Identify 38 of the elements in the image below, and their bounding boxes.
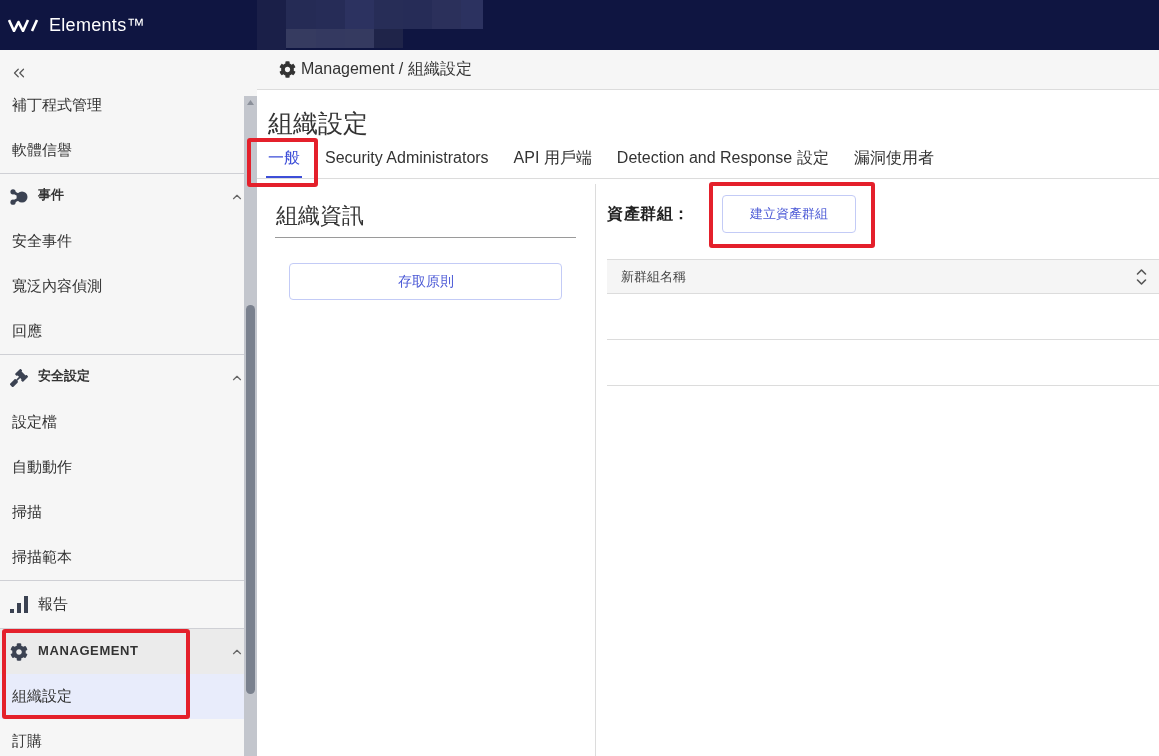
brand-name: Elements™: [49, 14, 145, 36]
sidebar-group-header[interactable]: 安全設定: [0, 355, 244, 400]
asset-groups-label: 資產群組：: [607, 203, 690, 224]
scrollbar-track[interactable]: [244, 96, 257, 756]
gavel-icon: [10, 368, 28, 387]
sidebar-item[interactable]: 組織設定: [0, 674, 244, 719]
sidebar-group-header[interactable]: MANAGEMENT: [0, 629, 244, 674]
sidebar-item[interactable]: 寬泛內容偵測: [0, 264, 244, 309]
sidebar-item[interactable]: 補丁程式管理: [0, 96, 244, 128]
sidebar-item[interactable]: 回應: [0, 309, 244, 354]
bar-chart-icon: [10, 596, 28, 613]
sidebar-item[interactable]: 報告: [0, 581, 244, 628]
tab[interactable]: Security Administrators: [323, 144, 491, 178]
tab[interactable]: 漏洞使用者: [851, 144, 936, 178]
tab[interactable]: API 用戶端: [511, 144, 594, 178]
sidebar-item[interactable]: 訂購: [0, 719, 244, 756]
tab[interactable]: Detection and Response 設定: [614, 144, 831, 178]
scrollbar-thumb[interactable]: [246, 305, 255, 694]
scroll-up-arrow-icon[interactable]: [247, 100, 254, 105]
sidebar-item[interactable]: 軟體信譽: [0, 128, 244, 173]
gear-icon: [10, 642, 28, 661]
access-policy-button[interactable]: 存取原則: [289, 263, 562, 300]
section-heading: 組織資訊: [275, 201, 576, 238]
create-asset-group-button[interactable]: 建立資產群組: [721, 195, 856, 233]
sidebar-group-header[interactable]: 事件: [0, 174, 244, 219]
column-title: 新群組名稱: [621, 267, 686, 286]
sidebar-item[interactable]: 自動動作: [0, 445, 244, 490]
sidebar-item[interactable]: 掃描: [0, 490, 244, 535]
tab[interactable]: 一般: [266, 144, 302, 178]
breadcrumb[interactable]: Management / 組織設定: [301, 59, 472, 80]
nodes-icon: [10, 188, 28, 205]
column-header[interactable]: 新群組名稱: [607, 260, 1159, 293]
gear-icon: [279, 61, 296, 78]
sort-icon[interactable]: [1136, 267, 1147, 286]
sidebar-item[interactable]: 安全事件: [0, 219, 244, 264]
sidebar-item[interactable]: 設定檔: [0, 400, 244, 445]
sidebar-item[interactable]: 掃描範本: [0, 535, 244, 580]
page-title: 組織設定: [267, 108, 369, 139]
